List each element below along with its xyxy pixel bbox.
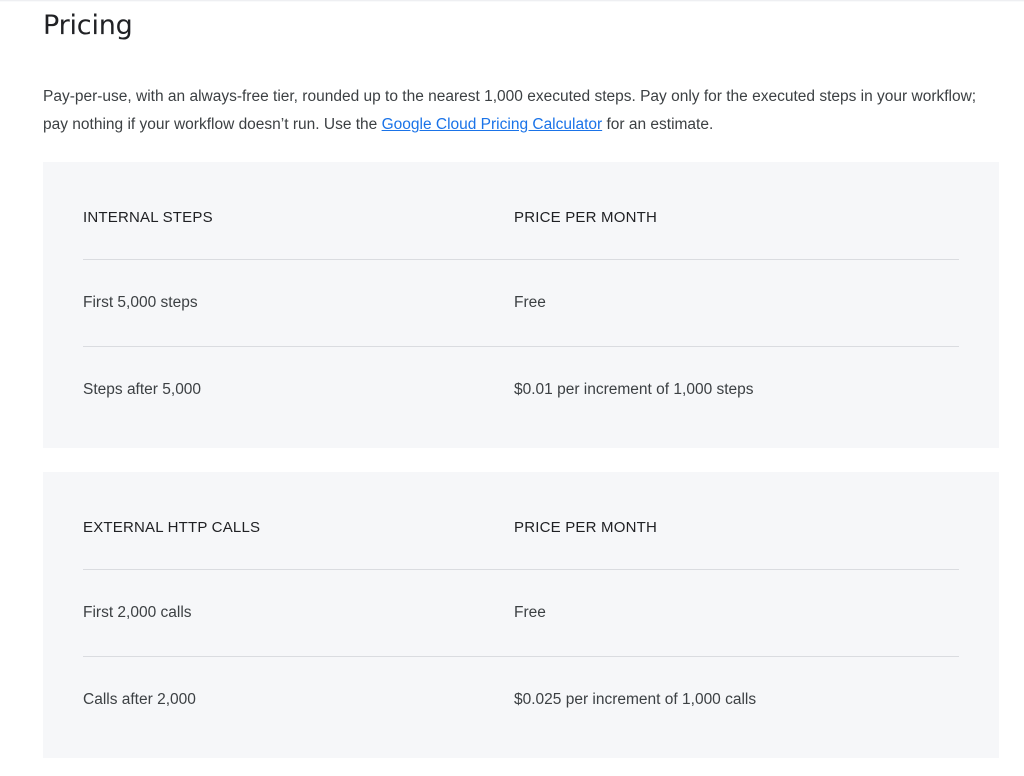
- table-header-row: INTERNAL STEPS PRICE PER MONTH: [83, 162, 959, 259]
- page-title: Pricing: [43, 10, 133, 41]
- table-header-row: EXTERNAL HTTP CALLS PRICE PER MONTH: [83, 472, 959, 569]
- table-cell: $0.01 per increment of 1,000 steps: [514, 381, 754, 398]
- table-cell: First 2,000 calls: [83, 604, 192, 621]
- intro-text-after: for an estimate.: [602, 116, 714, 133]
- column-header: EXTERNAL HTTP CALLS: [83, 519, 261, 536]
- table-row: First 2,000 calls Free: [83, 569, 959, 657]
- intro-paragraph: Pay-per-use, with an always-free tier, r…: [43, 83, 1003, 139]
- table-row: First 5,000 steps Free: [83, 259, 959, 347]
- table-cell: Free: [514, 604, 546, 621]
- internal-steps-pricing-table: INTERNAL STEPS PRICE PER MONTH First 5,0…: [43, 162, 999, 448]
- pricing-calculator-link[interactable]: Google Cloud Pricing Calculator: [382, 116, 603, 133]
- table-cell: Free: [514, 294, 546, 311]
- table-cell: $0.025 per increment of 1,000 calls: [514, 691, 757, 708]
- table-row: Steps after 5,000 $0.01 per increment of…: [83, 346, 959, 434]
- table-cell: Calls after 2,000: [83, 691, 196, 708]
- external-http-calls-pricing-table: EXTERNAL HTTP CALLS PRICE PER MONTH Firs…: [43, 472, 999, 758]
- table-cell: First 5,000 steps: [83, 294, 198, 311]
- table-cell: Steps after 5,000: [83, 381, 202, 398]
- column-header: PRICE PER MONTH: [514, 519, 658, 536]
- table-row: Calls after 2,000 $0.025 per increment o…: [83, 656, 959, 744]
- top-edge-shadow: [0, 0, 1024, 2]
- column-header: PRICE PER MONTH: [514, 209, 658, 226]
- column-header: INTERNAL STEPS: [83, 209, 213, 226]
